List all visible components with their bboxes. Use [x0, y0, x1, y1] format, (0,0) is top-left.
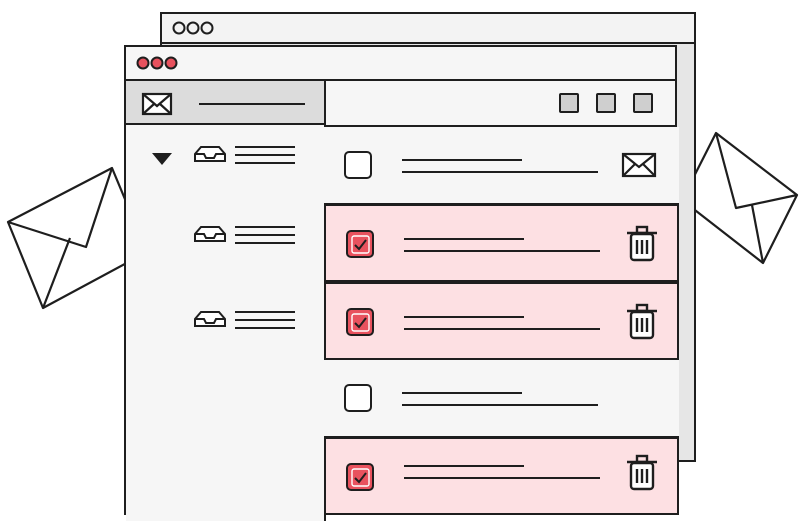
toolbar-button-3[interactable]: [633, 93, 653, 113]
expand-triangle-icon[interactable]: [152, 153, 172, 165]
inbox-tray-icon: [194, 146, 226, 162]
inbox-tray-icon: [194, 226, 226, 242]
message-row-1[interactable]: [324, 127, 679, 205]
window-controls-red[interactable]: [126, 47, 206, 79]
folder-item-1[interactable]: [152, 146, 295, 165]
message-row-3[interactable]: [324, 282, 679, 360]
inbox-tray-icon: [194, 311, 226, 327]
folder-item-2[interactable]: [194, 226, 295, 244]
right-envelope-icon: [680, 131, 799, 265]
row-checkbox[interactable]: [344, 384, 372, 412]
folder-list: [152, 146, 295, 329]
message-list-toolbar: [326, 81, 675, 127]
envelope-icon[interactable]: [621, 152, 657, 178]
window-controls-hollow[interactable]: [162, 14, 242, 42]
mail-window: [124, 45, 679, 521]
trash-icon[interactable]: [627, 454, 657, 491]
message-row-5[interactable]: [324, 437, 679, 515]
toolbar-button-2[interactable]: [596, 93, 616, 113]
message-subject-line: [402, 392, 522, 394]
message-preview-line: [402, 404, 598, 406]
trash-icon[interactable]: [627, 303, 657, 340]
toolbar-button-1[interactable]: [559, 93, 579, 113]
message-row-2[interactable]: [324, 204, 679, 282]
trash-icon[interactable]: [627, 225, 657, 262]
mail-window-titlebar: [126, 47, 675, 81]
message-row-4[interactable]: [324, 360, 679, 438]
back-window-titlebar: [162, 14, 694, 44]
folder-sidebar: [126, 81, 326, 521]
folder-item-3[interactable]: [194, 311, 295, 329]
